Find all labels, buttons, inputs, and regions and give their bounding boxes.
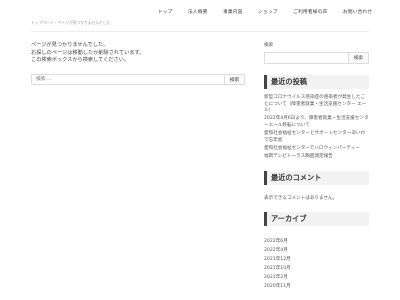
archive-title: アーカイブ — [264, 212, 369, 227]
main-search-input[interactable] — [31, 73, 225, 85]
nav-item-top[interactable]: トップ — [158, 8, 173, 15]
recent-posts-list: 新型コロナウイルス感染症の感染者が発生したことについて（障害者就業・生活支援セン… — [264, 95, 369, 160]
archive-link[interactable]: 2021年12月 — [264, 255, 369, 264]
sidebar-search-input[interactable] — [264, 52, 349, 64]
archive-link[interactable]: 2022年6月 — [264, 237, 369, 246]
not-found-message-3: この検索ボックスから検索してください。 — [31, 57, 130, 64]
nav-item-company[interactable]: 法人概要 — [188, 8, 208, 15]
sidebar-search-button[interactable]: 検索 — [349, 52, 369, 64]
breadcrumb[interactable]: トップページ › ページが見つかりませんでした — [31, 20, 110, 26]
sidebar-search-form: 検索 — [264, 52, 369, 64]
recent-post-link[interactable]: 新型コロナウイルス感染症の感染者が発生したことについて（障害者就業・生活支援セン… — [264, 95, 369, 115]
recent-post-link[interactable]: 愛和社会福祉センターでハロウィンパーティー — [264, 146, 369, 153]
recent-post-link[interactable]: 福岡テレビトーラス胸囲測定報告 — [264, 154, 369, 161]
nav-item-business[interactable]: 事業内容 — [223, 8, 243, 15]
archive-list: 2022年6月 2022年4月 2021年12月 2021年10月 2021年2… — [264, 232, 369, 291]
nav-item-shop[interactable]: ショップ — [258, 8, 278, 15]
archive-link[interactable]: 2021年2月 — [264, 273, 369, 282]
not-found-message-1: ページが見つかりませんでした。 — [31, 42, 109, 48]
nav-item-voices[interactable]: ご利用者様の声 — [293, 8, 327, 15]
main-content: ページが見つかりませんでした。 お探しのページは移動したか削除されています。 こ… — [31, 42, 245, 85]
sidebar: 検索 検索 最近の投稿 新型コロナウイルス感染症の感染者が発生したことについて（… — [264, 42, 369, 291]
top-navigation: トップ 法人概要 事業内容 ショップ ご利用者様の声 お問い合わせ — [150, 3, 380, 19]
recent-post-link[interactable]: 2022年4月6日より、障害者就業・生活支援センターエール移転について — [264, 116, 369, 129]
header-divider — [31, 31, 369, 32]
sidebar-search-label: 検索 — [264, 43, 274, 48]
recent-posts-title: 最近の投稿 — [264, 75, 369, 89]
recent-comments-title: 最近のコメント — [264, 171, 369, 186]
archive-link[interactable]: 2020年11月 — [264, 282, 369, 291]
main-search-button[interactable]: 検索 — [225, 73, 245, 85]
archive-link[interactable]: 2021年10月 — [264, 264, 369, 273]
nav-item-contact[interactable]: お問い合わせ — [343, 8, 372, 15]
recent-post-link[interactable]: 愛和社会福祉センターとサポートセンターあいわで忘年会 — [264, 131, 369, 144]
main-search-form: 検索 — [31, 73, 245, 85]
no-comments-text: 表示できるコメントはありません。 — [264, 196, 338, 202]
archive-link[interactable]: 2022年4月 — [264, 246, 369, 255]
